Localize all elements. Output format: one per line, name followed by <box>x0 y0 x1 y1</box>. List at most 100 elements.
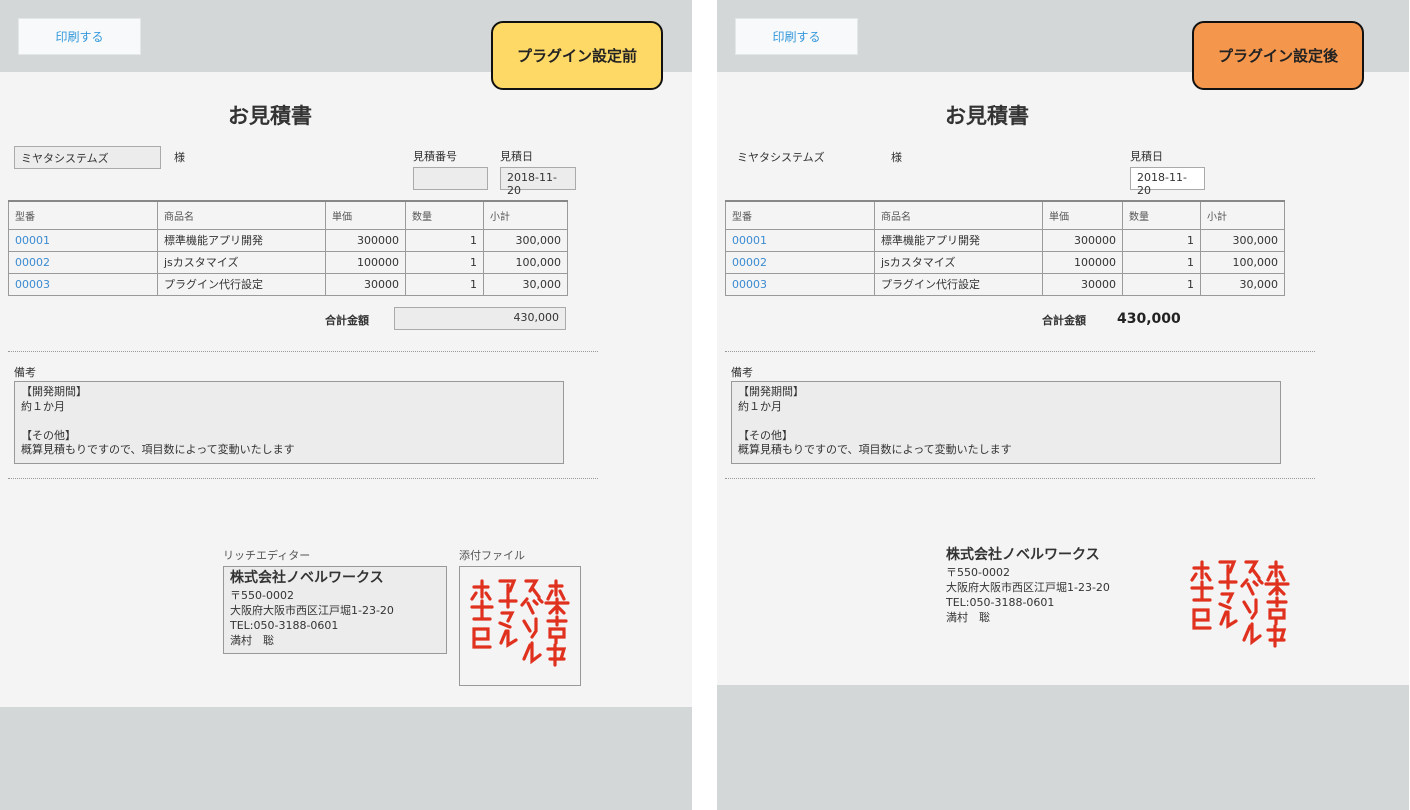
col-header-name: 商品名 <box>874 200 1043 230</box>
item-subtotal: 100,000 <box>483 250 568 274</box>
remarks-line: 【開発期間】 <box>21 385 87 398</box>
panel-before: 印刷する お見積書 ミヤタシステムズ 様 見積番号 見積日 2018-11-20… <box>0 0 692 810</box>
item-price: 30000 <box>325 272 406 296</box>
company-seal-stamp-image <box>470 579 570 667</box>
page-title: お見積書 <box>945 104 1029 128</box>
status-badge-before: プラグイン設定前 <box>491 21 663 90</box>
item-name: プラグイン代行設定 <box>157 272 326 296</box>
quote-date-label: 見積日 <box>1130 150 1163 163</box>
col-header-price: 単価 <box>325 200 406 230</box>
item-name: jsカスタマイズ <box>874 250 1043 274</box>
divider <box>725 351 1315 352</box>
company-zip: 〒550-0002 <box>230 589 294 602</box>
quote-sheet: お見積書 ミヤタシステムズ 様 見積日 2018-11-20 型番 商品名 単価… <box>717 72 1409 685</box>
total-label: 合計金額 <box>325 314 369 327</box>
company-tel: TEL:050-3188-0601 <box>230 619 339 632</box>
customer-field[interactable]: ミヤタシステムズ <box>14 146 161 169</box>
company-seal <box>1180 548 1300 666</box>
col-header-code: 型番 <box>8 200 158 230</box>
remarks-label: 備考 <box>14 366 36 379</box>
print-button[interactable]: 印刷する <box>18 18 141 55</box>
quote-sheet: お見積書 ミヤタシステムズ 様 見積番号 見積日 2018-11-20 型番 商… <box>0 72 692 707</box>
remarks-line: 約１か月 <box>738 399 782 413</box>
panel-after: 印刷する お見積書 ミヤタシステムズ 様 見積日 2018-11-20 型番 商… <box>717 0 1409 810</box>
total-label: 合計金額 <box>1042 314 1086 327</box>
col-header-price: 単価 <box>1042 200 1123 230</box>
item-subtotal: 30,000 <box>483 272 568 296</box>
table-row: 00003 プラグイン代行設定 30000 1 30,000 <box>725 272 1285 296</box>
item-qty: 1 <box>405 250 484 274</box>
remarks-line: 【その他】 <box>738 428 793 442</box>
table-row: 00002 jsカスタマイズ 100000 1 100,000 <box>8 250 568 274</box>
divider <box>8 351 598 352</box>
item-code-link[interactable]: 00001 <box>725 228 875 252</box>
table-row: 00002 jsカスタマイズ 100000 1 100,000 <box>725 250 1285 274</box>
col-header-qty: 数量 <box>405 200 484 230</box>
remarks-line: 【その他】 <box>21 428 76 442</box>
page-title: お見積書 <box>228 104 312 128</box>
item-code-link[interactable]: 00002 <box>725 250 875 274</box>
remarks-line: 概算見積もりですので、項目数によって変動いたします <box>21 443 295 456</box>
table-header-row: 型番 商品名 単価 数量 小計 <box>8 200 568 230</box>
company-tel: TEL:050-3188-0601 <box>946 596 1055 609</box>
item-price: 300000 <box>1042 228 1123 252</box>
item-code-link[interactable]: 00001 <box>8 228 158 252</box>
company-person: 満村 聡 <box>230 634 274 647</box>
item-code-link[interactable]: 00002 <box>8 250 158 274</box>
item-code-link[interactable]: 00003 <box>8 272 158 296</box>
rich-editor-field[interactable]: 株式会社ノベルワークス 〒550-0002 大阪府大阪市西区江戸堀1-23-20… <box>223 566 447 654</box>
print-button[interactable]: 印刷する <box>735 18 858 55</box>
company-name: 株式会社ノベルワークス <box>946 547 1100 563</box>
item-qty: 1 <box>405 228 484 252</box>
remarks-line <box>21 414 557 429</box>
table-row: 00001 標準機能アプリ開発 300000 1 300,000 <box>725 228 1285 252</box>
col-header-subtotal: 小計 <box>1200 200 1285 230</box>
col-header-qty: 数量 <box>1122 200 1201 230</box>
item-qty: 1 <box>1122 272 1201 296</box>
item-price: 100000 <box>325 250 406 274</box>
quote-date-value: 2018-11-20 <box>1130 167 1205 197</box>
remarks-line: 【開発期間】 <box>738 385 804 398</box>
remarks-textarea[interactable]: 【開発期間】 約１か月 【その他】 概算見積もりですので、項目数によって変動いた… <box>731 381 1281 464</box>
item-subtotal: 30,000 <box>1200 272 1285 296</box>
company-name: 株式会社ノベルワークス <box>230 570 384 586</box>
item-name: プラグイン代行設定 <box>874 272 1043 296</box>
rich-editor-label: リッチエディター <box>223 549 311 562</box>
items-table: 型番 商品名 単価 数量 小計 00001 標準機能アプリ開発 300000 1… <box>725 200 1285 296</box>
remarks-line <box>738 414 1274 429</box>
item-code-link[interactable]: 00003 <box>725 272 875 296</box>
remarks-label: 備考 <box>731 366 753 379</box>
item-name: 標準機能アプリ開発 <box>874 228 1043 252</box>
quote-number-label: 見積番号 <box>413 150 457 163</box>
company-address: 大阪府大阪市西区江戸堀1-23-20 <box>230 604 394 617</box>
honorific-label: 様 <box>891 151 902 164</box>
quote-number-field[interactable] <box>413 167 488 190</box>
col-header-code: 型番 <box>725 200 875 230</box>
honorific-label: 様 <box>174 151 185 164</box>
remarks-line: 約１か月 <box>21 399 65 413</box>
total-field[interactable]: 430,000 <box>394 307 566 330</box>
company-address: 大阪府大阪市西区江戸堀1-23-20 <box>946 581 1110 594</box>
item-qty: 1 <box>405 272 484 296</box>
table-header-row: 型番 商品名 単価 数量 小計 <box>725 200 1285 230</box>
item-price: 100000 <box>1042 250 1123 274</box>
item-name: 標準機能アプリ開発 <box>157 228 326 252</box>
remarks-textarea[interactable]: 【開発期間】 約１か月 【その他】 概算見積もりですので、項目数によって変動いた… <box>14 381 564 464</box>
item-qty: 1 <box>1122 250 1201 274</box>
item-subtotal: 100,000 <box>1200 250 1285 274</box>
total-value: 430,000 <box>1117 311 1181 327</box>
table-row: 00003 プラグイン代行設定 30000 1 30,000 <box>8 272 568 296</box>
col-header-subtotal: 小計 <box>483 200 568 230</box>
company-seal-stamp-image <box>1190 560 1290 648</box>
quote-date-field[interactable]: 2018-11-20 <box>500 167 576 197</box>
company-zip: 〒550-0002 <box>946 566 1010 579</box>
items-table: 型番 商品名 単価 数量 小計 00001 標準機能アプリ開発 300000 1… <box>8 200 568 296</box>
item-name: jsカスタマイズ <box>157 250 326 274</box>
item-qty: 1 <box>1122 228 1201 252</box>
table-row: 00001 標準機能アプリ開発 300000 1 300,000 <box>8 228 568 252</box>
attachment-label: 添付ファイル <box>459 549 525 562</box>
col-header-name: 商品名 <box>157 200 326 230</box>
attachment-field[interactable] <box>459 566 581 686</box>
divider <box>725 478 1315 479</box>
customer-name: ミヤタシステムズ <box>737 151 825 164</box>
